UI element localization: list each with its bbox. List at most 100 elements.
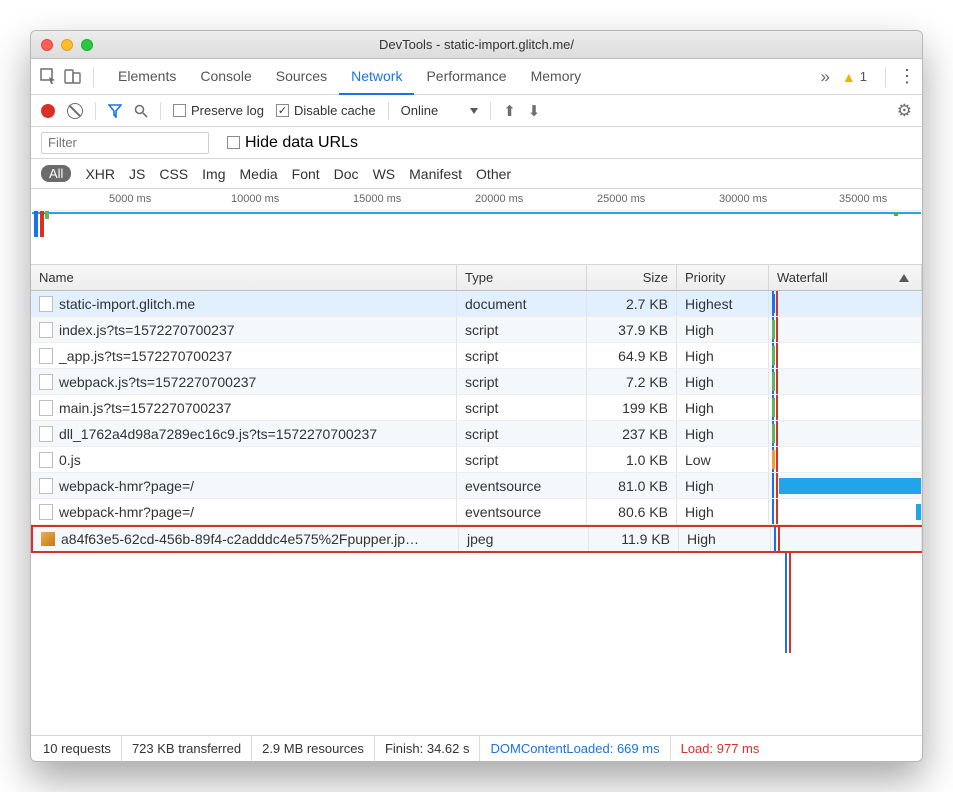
type-filter-font[interactable]: Font: [292, 166, 320, 182]
throttle-select[interactable]: Online: [401, 103, 479, 118]
preserve-log-checkbox[interactable]: Preserve log: [173, 103, 264, 118]
tab-memory[interactable]: Memory: [519, 59, 594, 95]
column-size[interactable]: Size: [587, 265, 677, 290]
hide-data-urls-checkbox[interactable]: Hide data URLs: [227, 134, 358, 152]
type-filter-all[interactable]: All: [41, 165, 71, 182]
filter-input[interactable]: [41, 132, 209, 154]
table-row[interactable]: webpack-hmr?page=/eventsource80.6 KBHigh: [31, 499, 922, 525]
column-priority[interactable]: Priority: [677, 265, 769, 290]
file-icon: [39, 322, 53, 338]
type-filter-media[interactable]: Media: [240, 166, 278, 182]
type-filter-manifest[interactable]: Manifest: [409, 166, 462, 182]
cell-type: script: [457, 343, 587, 368]
cell-size: 64.9 KB: [587, 343, 677, 368]
network-toolbar: Preserve log Disable cache Online ⬆ ⬇ ⚙: [31, 95, 922, 127]
status-requests: 10 requests: [33, 736, 122, 761]
cell-type: document: [457, 291, 587, 316]
table-row[interactable]: webpack.js?ts=1572270700237script7.2 KBH…: [31, 369, 922, 395]
checkbox-checked-icon: [276, 104, 289, 117]
cell-priority: High: [677, 421, 769, 446]
type-filter-doc[interactable]: Doc: [334, 166, 359, 182]
table-row[interactable]: a84f63e5-62cd-456b-89f4-c2adddc4e575%2Fp…: [31, 525, 922, 553]
cell-priority: High: [677, 473, 769, 498]
timeline-overview[interactable]: 5000 ms10000 ms15000 ms20000 ms25000 ms3…: [31, 189, 922, 265]
clear-button[interactable]: [67, 103, 83, 119]
window-title: DevTools - static-import.glitch.me/: [31, 37, 922, 52]
file-icon: [39, 374, 53, 390]
status-bar: 10 requests 723 KB transferred 2.9 MB re…: [31, 735, 922, 761]
upload-har-icon[interactable]: ⬆: [503, 102, 516, 120]
table-row[interactable]: index.js?ts=1572270700237script37.9 KBHi…: [31, 317, 922, 343]
more-tabs-icon[interactable]: »: [814, 67, 835, 87]
table-row[interactable]: _app.js?ts=1572270700237script64.9 KBHig…: [31, 343, 922, 369]
network-settings-icon[interactable]: ⚙: [897, 101, 912, 121]
panel-tabs: ElementsConsoleSourcesNetworkPerformance…: [31, 59, 922, 95]
cell-name: main.js?ts=1572270700237: [31, 395, 457, 420]
timeline-ruler: 5000 ms10000 ms15000 ms20000 ms25000 ms3…: [31, 189, 922, 211]
column-type[interactable]: Type: [457, 265, 587, 290]
devtools-window: DevTools - static-import.glitch.me/ Elem…: [30, 30, 923, 762]
cell-name: _app.js?ts=1572270700237: [31, 343, 457, 368]
cell-name: webpack-hmr?page=/: [31, 499, 457, 524]
chevron-down-icon: [470, 108, 478, 114]
cell-waterfall: [771, 527, 922, 551]
record-button[interactable]: [41, 104, 55, 118]
status-load: Load: 977 ms: [671, 736, 770, 761]
cell-size: 7.2 KB: [587, 369, 677, 394]
file-icon: [39, 400, 53, 416]
table-row[interactable]: webpack-hmr?page=/eventsource81.0 KBHigh: [31, 473, 922, 499]
type-filter-xhr[interactable]: XHR: [85, 166, 115, 182]
cell-size: 2.7 KB: [587, 291, 677, 316]
divider: [490, 102, 491, 120]
settings-menu-icon[interactable]: ⋮: [898, 66, 914, 87]
cell-priority: High: [677, 343, 769, 368]
table-header: Name Type Size Priority Waterfall: [31, 265, 922, 291]
status-domcontentloaded: DOMContentLoaded: 669 ms: [480, 736, 670, 761]
tab-performance[interactable]: Performance: [414, 59, 518, 95]
type-filter-css[interactable]: CSS: [159, 166, 188, 182]
device-toggle-icon[interactable]: [63, 68, 81, 86]
table-row[interactable]: 0.jsscript1.0 KBLow: [31, 447, 922, 473]
cell-waterfall: [769, 395, 922, 420]
column-waterfall[interactable]: Waterfall: [769, 265, 922, 290]
status-transferred: 723 KB transferred: [122, 736, 252, 761]
image-icon: [41, 532, 55, 546]
search-icon[interactable]: [134, 104, 148, 118]
tab-elements[interactable]: Elements: [106, 59, 188, 95]
type-filter-other[interactable]: Other: [476, 166, 511, 182]
warning-count: 1: [860, 69, 867, 84]
file-icon: [39, 348, 53, 364]
status-finish: Finish: 34.62 s: [375, 736, 481, 761]
cell-size: 11.9 KB: [589, 527, 679, 551]
cell-size: 237 KB: [587, 421, 677, 446]
warnings-badge[interactable]: ▲ 1: [842, 69, 867, 85]
cell-size: 81.0 KB: [587, 473, 677, 498]
divider: [160, 102, 161, 120]
tab-console[interactable]: Console: [188, 59, 263, 95]
download-har-icon[interactable]: ⬇: [528, 102, 541, 120]
type-filter-img[interactable]: Img: [202, 166, 225, 182]
column-name[interactable]: Name: [31, 265, 457, 290]
table-row[interactable]: main.js?ts=1572270700237script199 KBHigh: [31, 395, 922, 421]
timeline-tick: 25000 ms: [597, 193, 645, 205]
type-filter-ws[interactable]: WS: [373, 166, 396, 182]
inspect-element-icon[interactable]: [39, 68, 57, 86]
table-row[interactable]: dll_1762a4d98a7289ec16c9.js?ts=157227070…: [31, 421, 922, 447]
cell-name: index.js?ts=1572270700237: [31, 317, 457, 342]
cell-type: script: [457, 369, 587, 394]
cell-priority: High: [677, 369, 769, 394]
timeline-body: [31, 211, 922, 265]
cell-type: jpeg: [459, 527, 589, 551]
file-icon: [39, 296, 53, 312]
titlebar: DevTools - static-import.glitch.me/: [31, 31, 922, 59]
disable-cache-checkbox[interactable]: Disable cache: [276, 103, 376, 118]
tab-network[interactable]: Network: [339, 59, 414, 95]
type-filter-js[interactable]: JS: [129, 166, 145, 182]
filter-toggle-icon[interactable]: [108, 104, 122, 118]
divider: [388, 102, 389, 120]
file-icon: [39, 504, 53, 520]
table-row[interactable]: static-import.glitch.medocument2.7 KBHig…: [31, 291, 922, 317]
tab-sources[interactable]: Sources: [264, 59, 339, 95]
cell-waterfall: [769, 421, 922, 446]
divider: [885, 67, 886, 87]
